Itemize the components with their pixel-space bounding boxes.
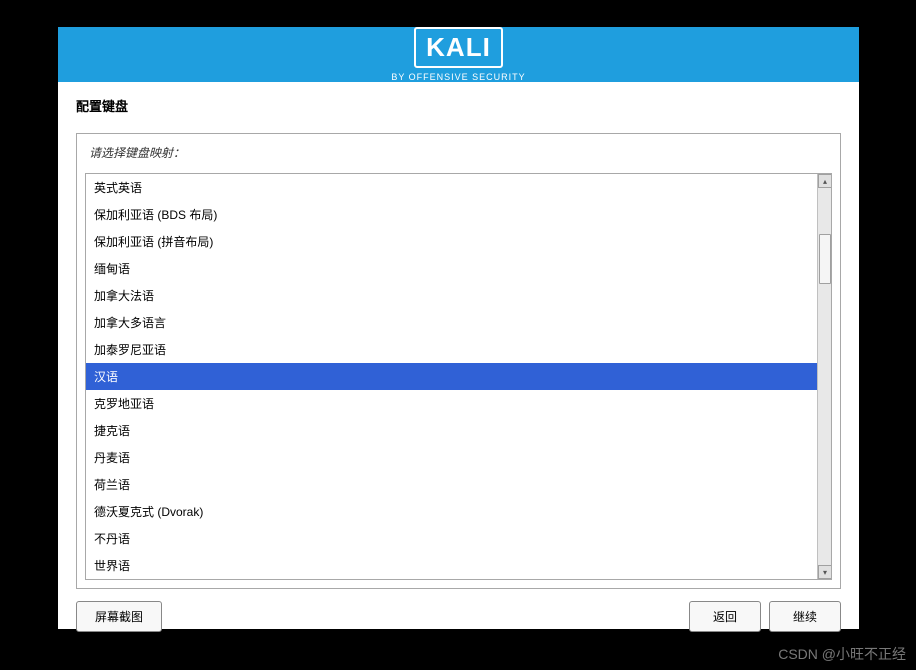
list-item[interactable]: 保加利亚语 (拼音布局) [86,228,817,255]
content-area: 配置键盘 请选择键盘映射： 英式英语保加利亚语 (BDS 布局)保加利亚语 (拼… [58,82,859,642]
list-item[interactable]: 缅甸语 [86,255,817,282]
list-item[interactable]: 英式英语 [86,174,817,201]
scrollbar[interactable]: ▴ ▾ [817,174,831,579]
list-item[interactable]: 丹麦语 [86,444,817,471]
nav-buttons: 返回 继续 [689,601,841,632]
installer-window: KALI BY OFFENSIVE SECURITY 配置键盘 请选择键盘映射：… [58,27,859,629]
page-title: 配置键盘 [76,96,841,115]
scroll-down-button[interactable]: ▾ [818,565,832,579]
list-item[interactable]: 克罗地亚语 [86,390,817,417]
scrollbar-thumb[interactable] [819,234,831,284]
keyboard-listbox[interactable]: 英式英语保加利亚语 (BDS 布局)保加利亚语 (拼音布局)缅甸语加拿大法语加拿… [86,174,817,579]
config-panel: 请选择键盘映射： 英式英语保加利亚语 (BDS 布局)保加利亚语 (拼音布局)缅… [76,133,841,589]
list-item[interactable]: 加拿大多语言 [86,309,817,336]
back-button[interactable]: 返回 [689,601,761,632]
list-item[interactable]: 不丹语 [86,525,817,552]
list-item[interactable]: 加拿大法语 [86,282,817,309]
list-item[interactable]: 世界语 [86,552,817,579]
continue-button[interactable]: 继续 [769,601,841,632]
list-item[interactable]: 德沃夏克式 (Dvorak) [86,498,817,525]
list-item[interactable]: 保加利亚语 (BDS 布局) [86,201,817,228]
header-banner: KALI BY OFFENSIVE SECURITY [58,27,859,82]
keyboard-listbox-wrapper: 英式英语保加利亚语 (BDS 布局)保加利亚语 (拼音布局)缅甸语加拿大法语加拿… [85,173,832,580]
list-item[interactable]: 捷克语 [86,417,817,444]
logo-subtitle: BY OFFENSIVE SECURITY [391,72,525,82]
list-item[interactable]: 加泰罗尼亚语 [86,336,817,363]
watermark: CSDN @小旺不正经 [778,644,906,664]
list-item[interactable]: 荷兰语 [86,471,817,498]
kali-logo: KALI [414,27,503,68]
scroll-up-button[interactable]: ▴ [818,174,832,188]
screenshot-button[interactable]: 屏幕截图 [76,601,162,632]
list-item[interactable]: 汉语 [86,363,817,390]
button-row: 屏幕截图 返回 继续 [76,601,841,632]
logo-title: KALI [426,32,491,63]
prompt-label: 请选择键盘映射： [85,144,832,161]
